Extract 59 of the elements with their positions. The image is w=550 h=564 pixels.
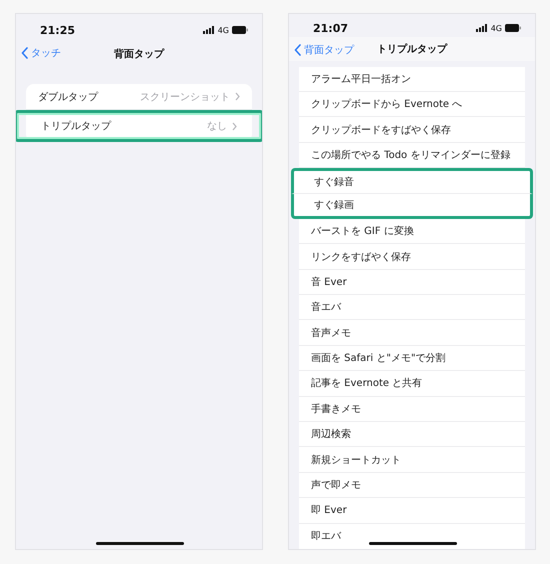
row-value: スクリーンショット — [140, 90, 230, 104]
row-label: この場所でやる Todo をリマインダーに登録 — [311, 148, 512, 162]
row-label: 記事を Evernote と共有 — [311, 376, 424, 390]
signal-icon — [476, 24, 488, 32]
row-label: 手書きメモ — [311, 402, 362, 416]
shortcut-row[interactable]: 音 Ever — [299, 270, 525, 296]
row-label: アラーム平日一括オン — [311, 72, 412, 86]
shortcut-row[interactable]: 新規ショートカット — [299, 447, 525, 473]
row-label: 声で即メモ — [311, 478, 362, 492]
shortcut-row[interactable]: クリップボードから Evernote へ — [299, 92, 525, 118]
status-time: 21:25 — [40, 24, 76, 36]
settings-row[interactable]: ダブルタップ スクリーンショット — [26, 84, 252, 110]
settings-row[interactable]: トリプルタップ なし — [16, 110, 262, 142]
chevron-right-icon — [232, 122, 237, 130]
chevron-left-icon — [21, 47, 28, 59]
shortcut-row[interactable]: 画面を Safari と"メモ"で分割 — [299, 346, 525, 372]
row-value: なし — [207, 120, 227, 133]
shortcut-row[interactable]: アラーム平日一括オン — [299, 66, 525, 92]
row-label: トリプルタップ — [41, 120, 112, 133]
row-label: クリップボードから Evernote へ — [311, 98, 464, 112]
row-label: 即 Ever — [311, 504, 348, 518]
signal-icon — [202, 26, 215, 34]
battery-icon — [232, 26, 248, 34]
row-label: リンクをすばやく保存 — [311, 250, 412, 264]
shortcut-row[interactable]: クリップボードをすばやく保存 — [299, 117, 525, 143]
row-label: バーストを GIF に変換 — [311, 224, 415, 238]
shortcut-row[interactable]: 記事を Evernote と共有 — [299, 371, 525, 397]
row-label: 音 Ever — [311, 276, 348, 289]
shortcut-row[interactable]: 周辺検索 — [299, 422, 525, 448]
shortcut-row[interactable]: 音声メモ — [299, 320, 525, 346]
row-label: 音エバ — [311, 300, 342, 314]
network-label: 4G — [490, 24, 502, 33]
shortcut-row[interactable]: バーストを GIF に変換 — [299, 218, 525, 244]
row-label: 周辺検索 — [311, 428, 352, 442]
shortcut-row[interactable]: 手書きメモ — [299, 396, 525, 422]
battery-icon — [505, 24, 521, 32]
shortcut-row[interactable]: 声で即メモ — [299, 472, 525, 498]
row-label: 音声メモ — [311, 326, 352, 340]
row-label: 画面を Safari と"メモ"で分割 — [311, 352, 447, 366]
back-button[interactable]: 背面タップ — [294, 42, 354, 57]
row-label: 新規ショートカット — [311, 454, 402, 467]
nav-title: トリプルタップ — [377, 42, 447, 56]
row-label: 即エバ — [311, 530, 342, 544]
shortcut-row[interactable]: すぐ録画 — [291, 194, 533, 219]
status-time: 21:07 — [313, 22, 348, 35]
shortcut-row[interactable]: 音エバ — [299, 295, 525, 320]
row-label: すぐ録音 — [314, 176, 355, 189]
row-label: すぐ録画 — [314, 198, 355, 212]
back-button[interactable]: タッチ — [21, 46, 61, 60]
shortcut-row[interactable]: 即 Ever — [299, 498, 525, 524]
chevron-right-icon — [235, 92, 240, 101]
nav-title: 背面タップ — [114, 47, 164, 61]
shortcut-row[interactable]: すぐ録音 — [291, 168, 533, 194]
network-label: 4G — [218, 26, 229, 34]
row-label: クリップボードをすばやく保存 — [311, 124, 452, 137]
chevron-left-icon — [294, 44, 301, 56]
shortcut-row[interactable]: 即エバ — [299, 524, 525, 549]
shortcut-row[interactable]: リンクをすばやく保存 — [299, 244, 525, 270]
row-label: ダブルタップ — [38, 90, 100, 104]
